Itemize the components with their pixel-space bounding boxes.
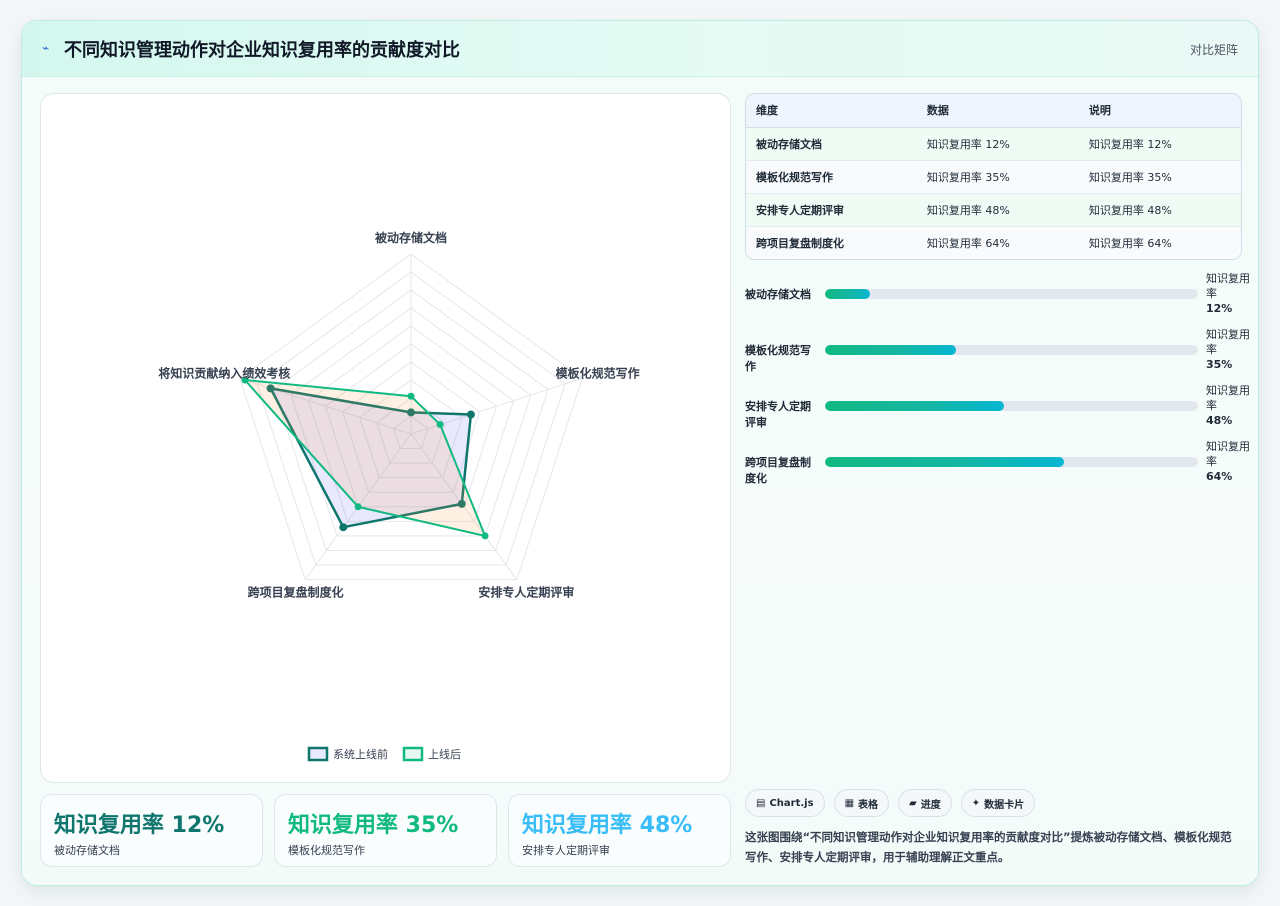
- radar-axis-label: 跨项目复盘制度化: [248, 585, 344, 600]
- progress-fill: [825, 289, 870, 299]
- progress-fill: [825, 345, 956, 355]
- legend-label: 系统上线前: [333, 747, 388, 761]
- table-cell: 知识复用率 64%: [1088, 236, 1172, 250]
- progress-track: [825, 401, 1198, 411]
- table-cell: 模板化规范写作: [746, 160, 917, 194]
- progress-value: 知识复用率 48%: [1206, 384, 1250, 427]
- kpi-card: 知识复用率 35% 模板化规范写作: [274, 794, 497, 867]
- view-badge: 对比矩阵: [1189, 43, 1238, 57]
- table-cell: 跨项目复盘制度化: [756, 236, 844, 250]
- progress-track: [825, 345, 1198, 355]
- progress-label: 跨项目复盘制度化: [745, 456, 811, 485]
- table-icon: ▦: [844, 797, 855, 809]
- column-header: 数据: [916, 94, 1079, 128]
- progress-list: 被动存储文档 知识复用率 12% 模板化规范写作 知识复用率 35% 安排专人定期评…: [745, 271, 1255, 495]
- table-cell: 知识复用率 12%: [916, 127, 1079, 161]
- radar-data-point: [407, 392, 415, 400]
- radar-data-point: [466, 410, 475, 419]
- tag-chartjs[interactable]: ▤ Chart.js: [745, 789, 825, 817]
- table-row: 安排专人定期评审 知识复用率 48% 知识复用率 48%: [746, 193, 1241, 227]
- progress-fill: [825, 401, 1005, 411]
- column-header: 说明: [1078, 94, 1241, 128]
- table-cell: 知识复用率 35%: [1078, 160, 1241, 194]
- progress-item: 安排专人定期评审 知识复用率 48%: [745, 383, 1255, 439]
- radar-axis-label: 模板化规范写作: [556, 365, 640, 380]
- table-header-row: 维度 数据 说明: [746, 94, 1241, 128]
- kpi-label: 被动存储文档: [54, 844, 120, 857]
- progress-fill: [825, 457, 1064, 467]
- radar-axis-label: 安排专人定期评审: [478, 585, 574, 600]
- kpi-label: 模板化规范写作: [288, 844, 365, 857]
- tag-list: ▤ Chart.js ▦ 表格 ▰ 进度 ✦ 数据卡片: [745, 789, 1036, 817]
- radar-chart-panel: 被动存储文档模板化规范写作安排专人定期评审 跨项目复盘制度化 将知识贡献纳入绩效考核…: [40, 93, 731, 783]
- kpi-card: 知识复用率 48% 安排专人定期评审: [508, 794, 731, 867]
- table-cell: 知识复用率 64%: [926, 236, 1010, 250]
- legend-swatch: [402, 746, 424, 762]
- data-table: 维度 数据 说明 被动存储文档 知识复用率 12% 知识复用率 12% 模板化规…: [745, 93, 1242, 260]
- table-cell: 知识复用率 48%: [916, 193, 1079, 227]
- table-cell: 被动存储文档: [746, 127, 917, 161]
- progress-label: 模板化规范写作: [745, 344, 811, 373]
- progress-label: 安排专人定期评审: [745, 400, 811, 429]
- radar-data-point: [354, 503, 362, 511]
- tag-progress[interactable]: ▰ 进度: [898, 789, 952, 817]
- table-cell: 安排专人定期评审: [746, 193, 917, 227]
- table-cell: 知识复用率 48%: [1078, 193, 1241, 227]
- tag-data-card[interactable]: ✦ 数据卡片: [960, 789, 1036, 817]
- radar-axis-label: 将知识贡献纳入绩效考核: [158, 365, 290, 380]
- table-row: 跨项目复盘制度化 知识复用率 64% 知识复用率 64%: [746, 226, 1241, 259]
- table-row: 模板化规范写作 知识复用率 35% 知识复用率 35%: [746, 160, 1241, 194]
- sparkle-icon: ✦: [971, 797, 981, 809]
- kpi-value: 知识复用率 48%: [522, 813, 693, 838]
- kpi-card: 知识复用率 12% 被动存储文档: [40, 794, 263, 867]
- sparkle-icon: ⌁: [42, 41, 50, 55]
- progress-item: 被动存储文档 知识复用率 12%: [745, 271, 1255, 327]
- progress-icon: ▰: [909, 797, 917, 809]
- table-row: 被动存储文档 知识复用率 12% 知识复用率 12%: [746, 127, 1241, 161]
- radar-data-point: [436, 421, 444, 429]
- tag-table[interactable]: ▦ 表格: [833, 789, 890, 817]
- kpi-value: 知识复用率 35%: [288, 813, 459, 838]
- main-card: ⌁ 不同知识管理动作对企业知识复用率的贡献度对比 对比矩阵 被动存储文档 模板化规…: [21, 20, 1259, 886]
- progress-value: 知识复用率 35%: [1206, 328, 1250, 371]
- table-cell: 知识复用率 12%: [1078, 127, 1241, 161]
- progress-value: 知识复用率 64%: [1206, 440, 1250, 483]
- column-header: 维度: [746, 94, 917, 128]
- kpi-label: 安排专人定期评审: [522, 844, 610, 857]
- radar-chart: 被动存储文档模板化规范写作安排专人定期评审 跨项目复盘制度化 将知识贡献纳入绩效考核…: [158, 230, 640, 762]
- radar-data-point: [481, 532, 489, 540]
- progress-label: 被动存储文档: [745, 288, 811, 301]
- progress-track: [825, 457, 1198, 467]
- progress-track: [825, 289, 1198, 299]
- kpi-value: 知识复用率 12%: [54, 813, 225, 838]
- header: ⌁ 不同知识管理动作对企业知识复用率的贡献度对比 对比矩阵: [22, 21, 1258, 77]
- progress-value: 知识复用率 12%: [1206, 272, 1250, 315]
- legend-label: 上线后: [428, 747, 461, 761]
- page-title: 不同知识管理动作对企业知识复用率的贡献度对比: [64, 40, 460, 61]
- chart-description: 这张图围绕“不同知识管理动作对企业知识复用率的贡献度对比”提炼被动存储文档、模板…: [745, 830, 1232, 864]
- radar-axis-label: 被动存储文档: [375, 230, 447, 245]
- progress-item: 跨项目复盘制度化 知识复用率 64%: [745, 439, 1255, 495]
- chart-icon: ▤: [756, 797, 766, 809]
- progress-item: 模板化规范写作 知识复用率 35%: [745, 327, 1255, 383]
- table-cell: 知识复用率 35%: [916, 160, 1079, 194]
- radar-data-point: [339, 523, 348, 532]
- legend-swatch: [307, 746, 329, 762]
